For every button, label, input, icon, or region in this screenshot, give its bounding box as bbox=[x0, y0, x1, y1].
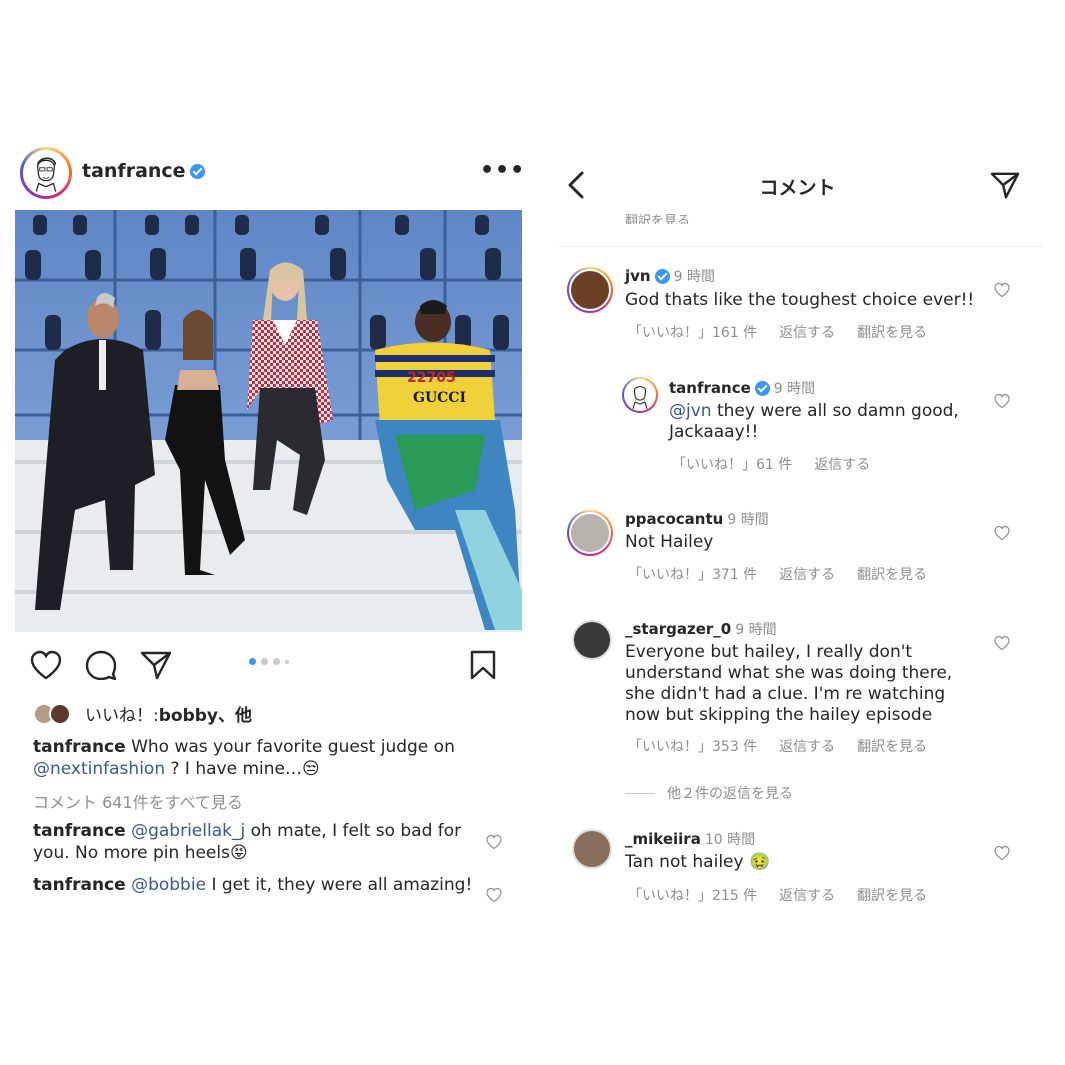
send-icon[interactable] bbox=[990, 171, 1020, 203]
reply-button[interactable]: 返信する bbox=[779, 564, 835, 584]
sketch-avatar-icon bbox=[632, 386, 648, 410]
comment-mention[interactable]: @bobbie bbox=[131, 875, 206, 895]
likes-count[interactable]: 「いいね！」353 件 bbox=[628, 736, 757, 756]
avatar[interactable] bbox=[567, 510, 613, 556]
comment-text: Not Hailey bbox=[625, 532, 714, 552]
likes-summary[interactable]: いいね！: bobby、他 bbox=[33, 701, 252, 726]
divider bbox=[625, 792, 655, 794]
likes-count[interactable]: 「いいね！」215 件 bbox=[628, 885, 757, 905]
caption-username[interactable]: tanfrance bbox=[33, 737, 126, 757]
view-more-replies-link[interactable]: 他２件の返信を見る bbox=[625, 783, 793, 803]
comment-icon[interactable] bbox=[85, 650, 117, 680]
comment-meta: 「いいね！」161 件 返信する 翻訳を見る bbox=[628, 322, 927, 342]
reply-button[interactable]: 返信する bbox=[779, 885, 835, 905]
bookmark-icon[interactable] bbox=[470, 650, 496, 680]
heart-icon[interactable] bbox=[994, 525, 1010, 545]
comment-header: jvn 9 時間 bbox=[625, 266, 715, 286]
avatar bbox=[49, 702, 71, 725]
sketch-avatar-icon bbox=[25, 152, 67, 194]
avatar[interactable] bbox=[572, 620, 612, 660]
page-title: コメント bbox=[759, 177, 836, 199]
comment-username[interactable]: tanfrance bbox=[33, 821, 126, 841]
heart-icon[interactable] bbox=[994, 635, 1010, 655]
comment-meta: 「いいね！」371 件 返信する 翻訳を見る bbox=[628, 564, 927, 584]
post-photo[interactable]: 22705 GUCCI bbox=[15, 210, 522, 632]
comment-time: 9 時間 bbox=[673, 269, 715, 285]
comment-time: 9 時間 bbox=[727, 512, 769, 528]
share-icon[interactable] bbox=[140, 650, 172, 680]
comment-time: 9 時間 bbox=[773, 381, 816, 397]
comment-meta: 「いいね！」215 件 返信する 翻訳を見る bbox=[628, 885, 927, 905]
comment-username[interactable]: _stargazer_0 bbox=[625, 620, 731, 638]
reply-button[interactable]: 返信する bbox=[779, 322, 835, 342]
svg-text:22705: 22705 bbox=[407, 370, 456, 386]
list-item: tanfrance @gabriellak_j oh mate, I felt … bbox=[33, 820, 473, 864]
comment-header: _stargazer_0 9 時間 bbox=[625, 619, 777, 639]
reply-button[interactable]: 返信する bbox=[814, 454, 870, 474]
comment-text: @jvn they were all so damn good, Jackaaa… bbox=[669, 401, 959, 442]
list-item: tanfrance @bobbie I get it, they were al… bbox=[33, 874, 473, 896]
heart-icon[interactable] bbox=[486, 887, 502, 907]
post-photo-illustration: 22705 GUCCI bbox=[15, 210, 522, 632]
comment-header: ppacocantu 9 時間 bbox=[625, 509, 769, 529]
caption-mention[interactable]: @nextinfashion bbox=[33, 759, 165, 779]
likes-count[interactable]: 「いいね！」371 件 bbox=[628, 564, 757, 584]
comment-time: 9 時間 bbox=[735, 622, 777, 638]
svg-text:GUCCI: GUCCI bbox=[413, 390, 466, 406]
post-caption: tanfrance Who was your favorite guest ju… bbox=[33, 737, 455, 779]
comment-time: 10 時間 bbox=[704, 832, 756, 848]
back-icon[interactable] bbox=[566, 171, 586, 203]
comment-meta: 「いいね！」61 件 返信する bbox=[672, 454, 870, 474]
likes-count[interactable]: 「いいね！」61 件 bbox=[672, 454, 792, 474]
post-author-avatar[interactable] bbox=[20, 147, 72, 199]
likes-prefix: いいね！: bbox=[85, 706, 159, 726]
verified-icon bbox=[189, 164, 205, 179]
likes-count[interactable]: 「いいね！」161 件 bbox=[628, 322, 757, 342]
reply-button[interactable]: 返信する bbox=[779, 736, 835, 756]
comment-username[interactable]: tanfrance bbox=[33, 875, 126, 895]
heart-icon[interactable] bbox=[994, 282, 1010, 302]
heart-icon[interactable] bbox=[994, 393, 1010, 413]
heart-icon[interactable] bbox=[994, 845, 1010, 865]
comment-mention[interactable]: @gabriellak_j bbox=[131, 821, 245, 841]
comment-username[interactable]: ppacocantu bbox=[625, 510, 723, 528]
more-icon[interactable]: ••• bbox=[480, 158, 525, 183]
comment-meta: 「いいね！」353 件 返信する 翻訳を見る bbox=[628, 736, 927, 756]
comment-text: God thats like the toughest choice ever!… bbox=[625, 290, 975, 310]
verified-icon bbox=[754, 381, 770, 396]
divider bbox=[558, 246, 1043, 247]
comment-username[interactable]: _mikeiira bbox=[625, 830, 701, 848]
comment-header: tanfrance 9 時間 bbox=[669, 378, 815, 398]
comment-username[interactable]: tanfrance bbox=[669, 379, 751, 397]
comment-text: Tan not hailey 🤢 bbox=[625, 852, 771, 872]
avatar[interactable] bbox=[567, 267, 613, 313]
carousel-indicator bbox=[249, 658, 289, 665]
comment-text: I get it, they were all amazing! bbox=[206, 875, 473, 895]
avatar[interactable] bbox=[622, 377, 658, 413]
liker-avatars bbox=[33, 702, 77, 725]
comment-text: Everyone but hailey, I really don't unde… bbox=[625, 642, 953, 725]
comment-header: _mikeiira 10 時間 bbox=[625, 829, 755, 849]
heart-icon[interactable] bbox=[486, 834, 502, 854]
verified-icon bbox=[654, 269, 670, 284]
comment-username[interactable]: jvn bbox=[625, 267, 651, 285]
heart-icon[interactable] bbox=[30, 650, 62, 680]
comment-mention[interactable]: @jvn bbox=[669, 401, 712, 421]
post-author-username[interactable]: tanfrance bbox=[82, 160, 205, 182]
translate-link[interactable]: 翻訳を見る bbox=[857, 322, 927, 342]
translate-link[interactable]: 翻訳を見る bbox=[857, 564, 927, 584]
translate-link[interactable]: 翻訳を見る bbox=[857, 885, 927, 905]
translate-link[interactable]: 翻訳を見る bbox=[857, 736, 927, 756]
truncated-translate-link[interactable]: 翻訳を見る bbox=[625, 210, 690, 224]
view-all-comments-link[interactable]: コメント 641件をすべて見る bbox=[33, 789, 243, 813]
avatar[interactable] bbox=[572, 829, 612, 869]
likes-label: bobby、他 bbox=[158, 706, 253, 726]
